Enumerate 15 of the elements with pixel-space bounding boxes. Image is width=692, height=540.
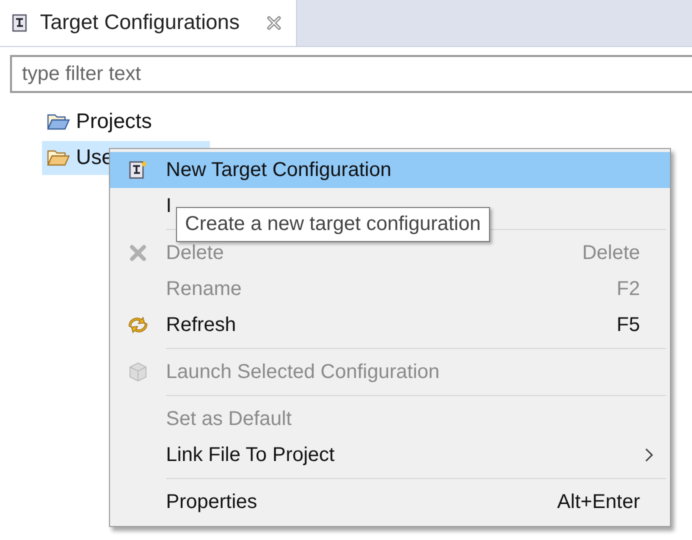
menu-item[interactable]: Link File To Project — [110, 437, 670, 473]
view-tab[interactable]: Target Configurations — [0, 0, 297, 46]
menu-item[interactable]: Properties Alt+Enter — [110, 484, 670, 520]
new-configuration-icon — [127, 159, 149, 181]
refresh-icon — [127, 314, 149, 336]
menu-item[interactable]: New Target Configuration — [110, 152, 670, 188]
tree-item[interactable]: Projects — [42, 105, 210, 139]
folder-icon — [46, 148, 70, 168]
tooltip: Create a new target configuration — [176, 207, 490, 242]
folder-icon — [46, 112, 70, 132]
filter-field[interactable]: type filter text — [10, 55, 692, 93]
cube-icon — [127, 361, 149, 383]
menu-item[interactable]: Refresh F5 — [110, 307, 670, 343]
close-icon[interactable] — [266, 15, 282, 31]
delete-icon — [128, 243, 148, 263]
